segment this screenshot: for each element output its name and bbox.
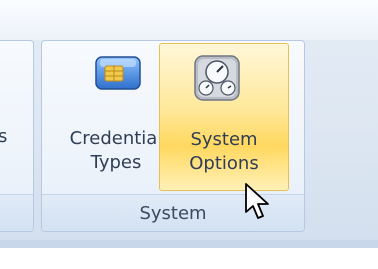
ribbon-tab-strip	[0, 0, 378, 40]
system-options-label: System Options	[189, 129, 259, 174]
credential-types-label: Credential Types	[69, 128, 163, 173]
system-options-button[interactable]: System Options	[159, 43, 289, 191]
gauges-icon	[194, 55, 240, 101]
mouse-pointer-icon	[245, 183, 269, 219]
credential-card-icon	[95, 56, 141, 90]
previous-group-button-label[interactable]: s	[0, 126, 7, 147]
credential-types-button[interactable]: Credential Types	[58, 43, 174, 191]
ribbon-group-previous-label	[0, 194, 33, 231]
ribbon-bottom-border	[0, 240, 378, 248]
